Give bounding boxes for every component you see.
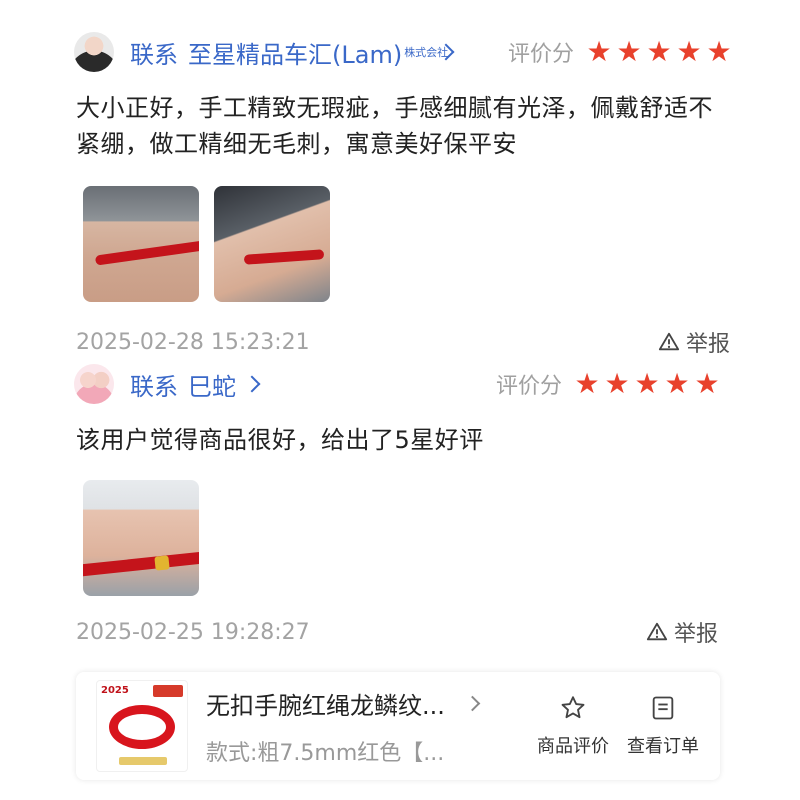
rating: 评价分 ★ ★ ★ ★ ★ — [496, 368, 722, 400]
review-timestamp: 2025-02-25 19:28:27 — [76, 619, 310, 645]
product-card[interactable]: 2025 无扣手腕红绳龙鳞纹... 款式:粗7.5mm红色【... 商品评价 查… — [76, 672, 720, 780]
report-label[interactable]: 举报 — [686, 326, 730, 358]
review-item: 联系 巳蛇 评价分 ★ ★ ★ ★ ★ 该用户觉得商品很好，给出了5星好评 20… — [0, 360, 800, 660]
review-text: 该用户觉得商品很好，给出了5星好评 — [76, 426, 484, 454]
rating-label: 评价分 — [495, 374, 562, 399]
report-button[interactable]: 举报 — [658, 326, 730, 358]
action-label[interactable]: 商品评价 — [537, 732, 609, 758]
rating-label: 评价分 — [507, 42, 574, 67]
chevron-right-icon[interactable] — [243, 375, 261, 393]
report-label[interactable]: 举报 — [674, 616, 718, 648]
review-timestamp: 2025-02-28 15:23:21 — [76, 329, 310, 355]
corp-tag: 株式会社 — [404, 45, 449, 59]
thumb-badge — [153, 685, 183, 697]
avatar[interactable] — [74, 364, 114, 404]
review-footer: 2025-02-25 19:28:27 举报 — [76, 616, 718, 648]
star-filled-icon: ★ — [664, 367, 690, 400]
star-filled-icon: ★ — [616, 35, 642, 68]
star-filled-icon: ★ — [706, 35, 732, 68]
star-outline-icon — [561, 696, 585, 719]
order-document-icon — [652, 696, 674, 720]
chevron-right-icon[interactable] — [464, 695, 481, 711]
review-header: 联系 巳蛇 评价分 ★ ★ ★ ★ ★ — [74, 364, 734, 404]
product-spec: 款式:粗7.5mm红色【... — [206, 740, 445, 766]
review-header: 联系 至星精品车汇(Lam) 株式会社 评价分 ★ ★ ★ ★ ★ — [74, 32, 734, 72]
star-filled-icon: ★ — [634, 367, 660, 400]
contact-user-link[interactable]: 联系 至星精品车汇(Lam) 株式会社 — [130, 35, 455, 70]
review-photo[interactable] — [214, 186, 330, 302]
contact-label[interactable]: 联系 — [130, 35, 178, 70]
review-photo[interactable] — [83, 186, 199, 302]
red-bracelet — [83, 551, 199, 577]
review-item: 联系 至星精品车汇(Lam) 株式会社 评价分 ★ ★ ★ ★ ★ 大小正好，手… — [0, 0, 800, 360]
product-info[interactable]: 无扣手腕红绳龙鳞纹... 款式:粗7.5mm红色【... — [206, 686, 528, 767]
warning-icon — [658, 332, 680, 351]
action-label[interactable]: 查看订单 — [627, 732, 699, 758]
contact-user-link[interactable]: 联系 巳蛇 — [130, 367, 261, 402]
warning-icon — [646, 622, 668, 641]
review-photo[interactable] — [83, 480, 199, 596]
product-title-row[interactable]: 无扣手腕红绳龙鳞纹... — [206, 686, 528, 721]
thumb-tag — [119, 757, 167, 765]
report-button[interactable]: 举报 — [646, 616, 718, 648]
star-rating: ★ ★ ★ ★ ★ — [572, 370, 722, 398]
view-order-button[interactable]: 查看订单 — [618, 694, 708, 758]
contact-label[interactable]: 联系 — [130, 367, 178, 402]
avatar[interactable] — [74, 32, 114, 72]
star-rating: ★ ★ ★ ★ ★ — [584, 38, 734, 66]
star-filled-icon: ★ — [586, 35, 612, 68]
product-title[interactable]: 无扣手腕红绳龙鳞纹... — [206, 686, 445, 721]
review-footer: 2025-02-28 15:23:21 举报 — [76, 326, 730, 358]
product-thumbnail[interactable]: 2025 — [96, 680, 188, 772]
thumb-year: 2025 — [101, 685, 129, 696]
star-filled-icon: ★ — [694, 367, 720, 400]
star-filled-icon: ★ — [676, 35, 702, 68]
product-review-button[interactable]: 商品评价 — [528, 694, 618, 758]
review-text: 大小正好，手工精致无瑕疵，手感细腻有光泽，佩戴舒适不紧绷，做工精细无毛刺，寓意美… — [76, 94, 713, 158]
red-bracelet — [94, 240, 199, 266]
red-bracelet — [243, 249, 325, 265]
star-filled-icon: ★ — [646, 35, 672, 68]
star-filled-icon: ★ — [604, 367, 630, 400]
gold-bead — [154, 555, 170, 571]
red-bracelet — [109, 705, 175, 749]
username[interactable]: 巳蛇 — [188, 367, 236, 402]
rating: 评价分 ★ ★ ★ ★ ★ — [508, 36, 734, 68]
username[interactable]: 至星精品车汇(Lam) — [188, 35, 402, 70]
star-filled-icon: ★ — [574, 367, 600, 400]
